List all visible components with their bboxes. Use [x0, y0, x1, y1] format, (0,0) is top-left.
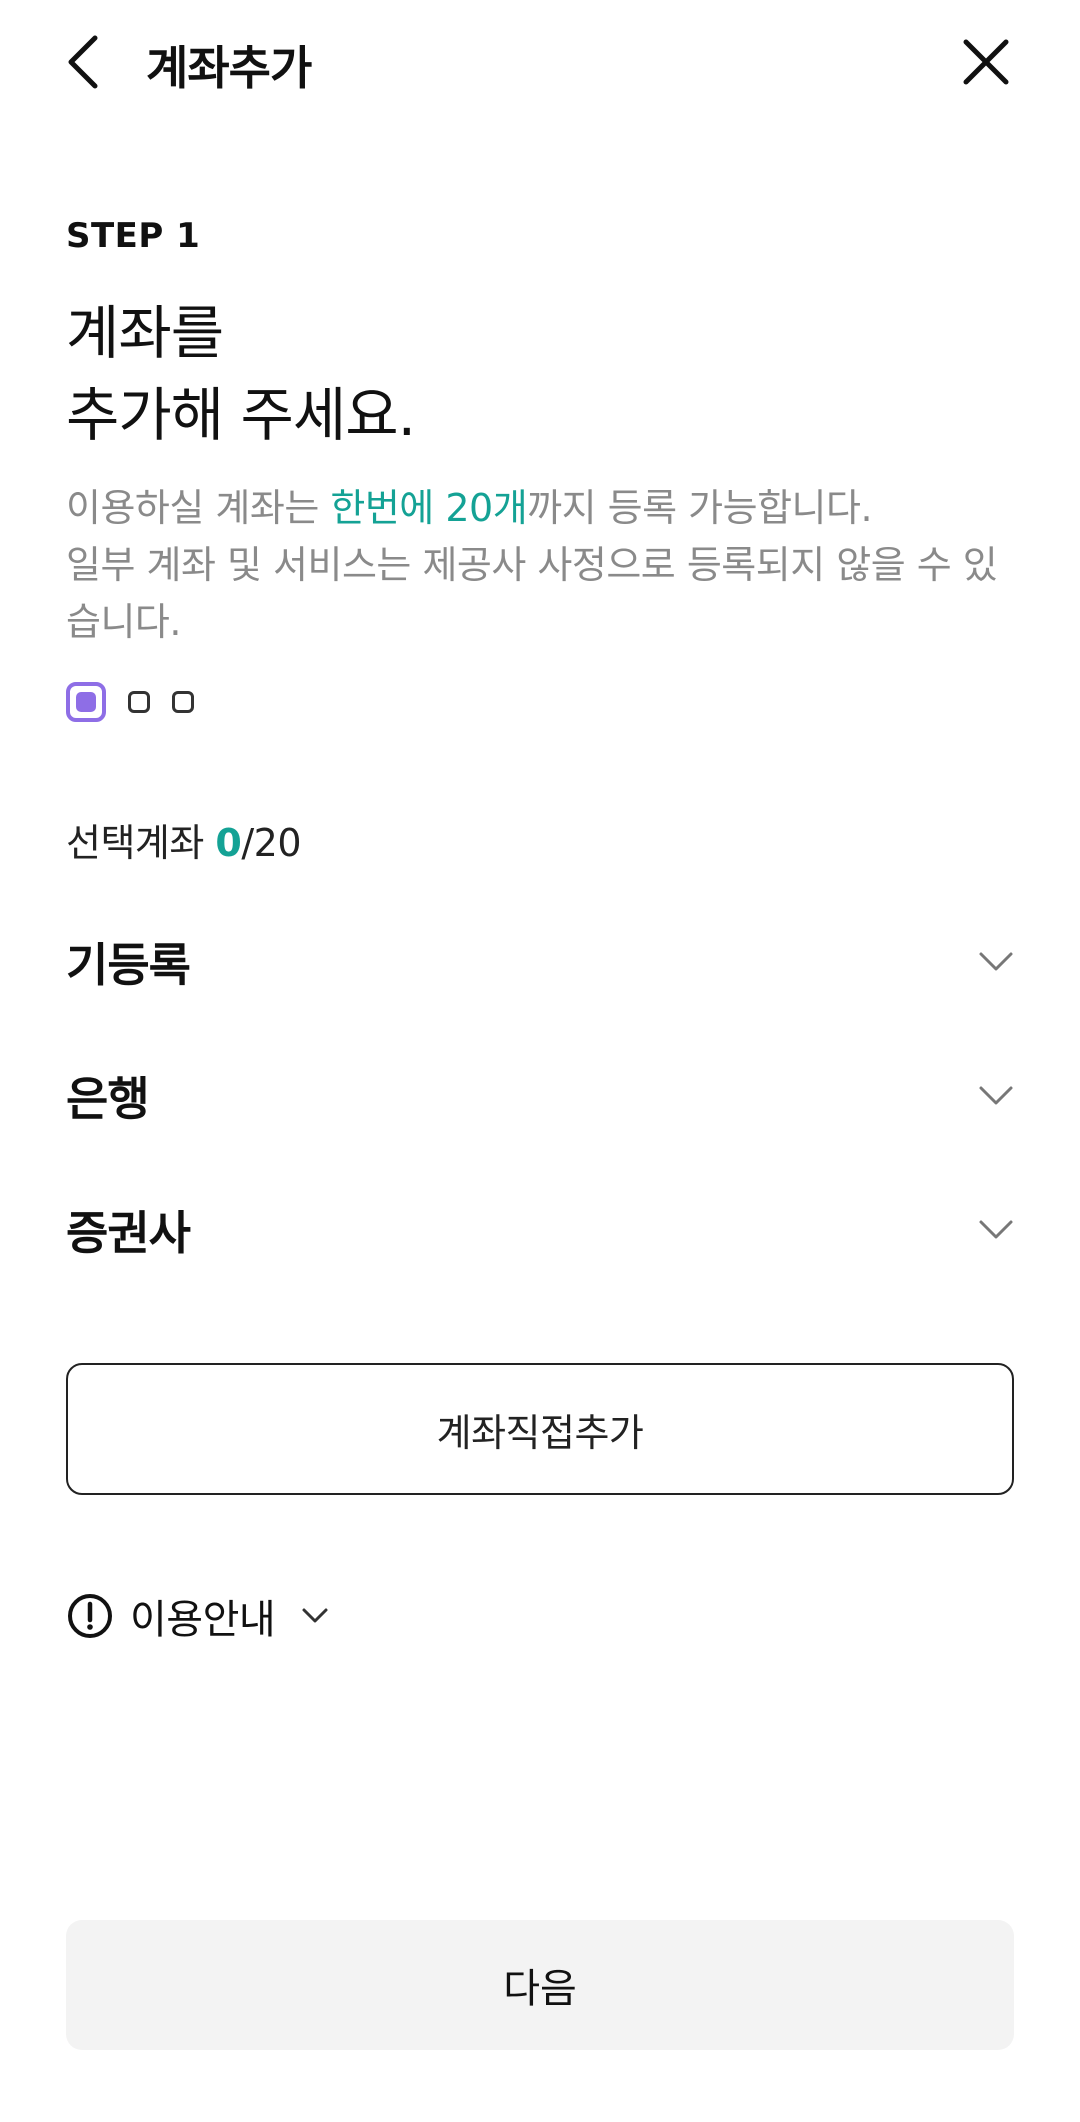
section-title: 기등록 — [66, 938, 191, 992]
chevron-left-icon — [68, 35, 98, 89]
step-pager — [66, 680, 194, 724]
info-circle-icon — [68, 1594, 112, 1638]
close-button[interactable] — [956, 32, 1016, 92]
section-title: 은행 — [66, 1072, 150, 1126]
selected-count-value: 0 — [215, 821, 242, 865]
back-button[interactable] — [58, 30, 106, 94]
chevron-down-icon — [979, 1086, 1013, 1105]
headline: 계좌를 추가해 주세요. — [66, 292, 416, 456]
description-text-1: 이용하실 계좌는 — [66, 486, 331, 530]
description-text-3: 일부 계좌 및 서비스는 제공사 사정으로 등록되지 않을 수 있습니다. — [66, 543, 998, 644]
chevron-down-icon — [301, 1607, 329, 1625]
add-account-screen: 계좌추가 STEP 1 계좌를 추가해 주세요. 이용하실 계좌는 한번에 20… — [0, 0, 1080, 2122]
section-securities[interactable]: 증권사 — [66, 1180, 1014, 1280]
description: 이용하실 계좌는 한번에 20개까지 등록 가능합니다. 일부 계좌 및 서비스… — [66, 480, 1026, 651]
selected-count-label: 선택계좌 — [66, 821, 216, 865]
section-bank[interactable]: 은행 — [66, 1046, 1014, 1146]
top-bar: 계좌추가 — [0, 0, 1080, 130]
usage-guide-toggle[interactable]: 이용안내 — [66, 1586, 329, 1646]
usage-guide-label: 이용안내 — [130, 1597, 276, 1643]
section-registered[interactable]: 기등록 — [66, 912, 1014, 1012]
description-text-2: 까지 등록 가능합니다. — [527, 486, 873, 530]
pager-dot[interactable] — [172, 691, 194, 713]
close-icon — [963, 39, 1009, 85]
headline-line-2: 추가해 주세요. — [66, 381, 416, 449]
chevron-down-icon — [979, 952, 1013, 971]
step-label: STEP 1 — [66, 216, 201, 256]
selected-count-max: /20 — [241, 821, 302, 865]
add-account-directly-button[interactable]: 계좌직접추가 — [66, 1363, 1014, 1495]
section-title: 증권사 — [66, 1206, 191, 1260]
page-title: 계좌추가 — [146, 41, 312, 95]
next-button[interactable]: 다음 — [66, 1920, 1014, 2050]
chevron-down-icon — [979, 1220, 1013, 1239]
selected-count: 선택계좌 0/20 — [66, 812, 302, 867]
pager-dot[interactable] — [128, 691, 150, 713]
pager-dot-active[interactable] — [66, 682, 106, 722]
headline-line-1: 계좌를 — [66, 299, 224, 367]
description-highlight: 한번에 20개 — [330, 486, 528, 530]
